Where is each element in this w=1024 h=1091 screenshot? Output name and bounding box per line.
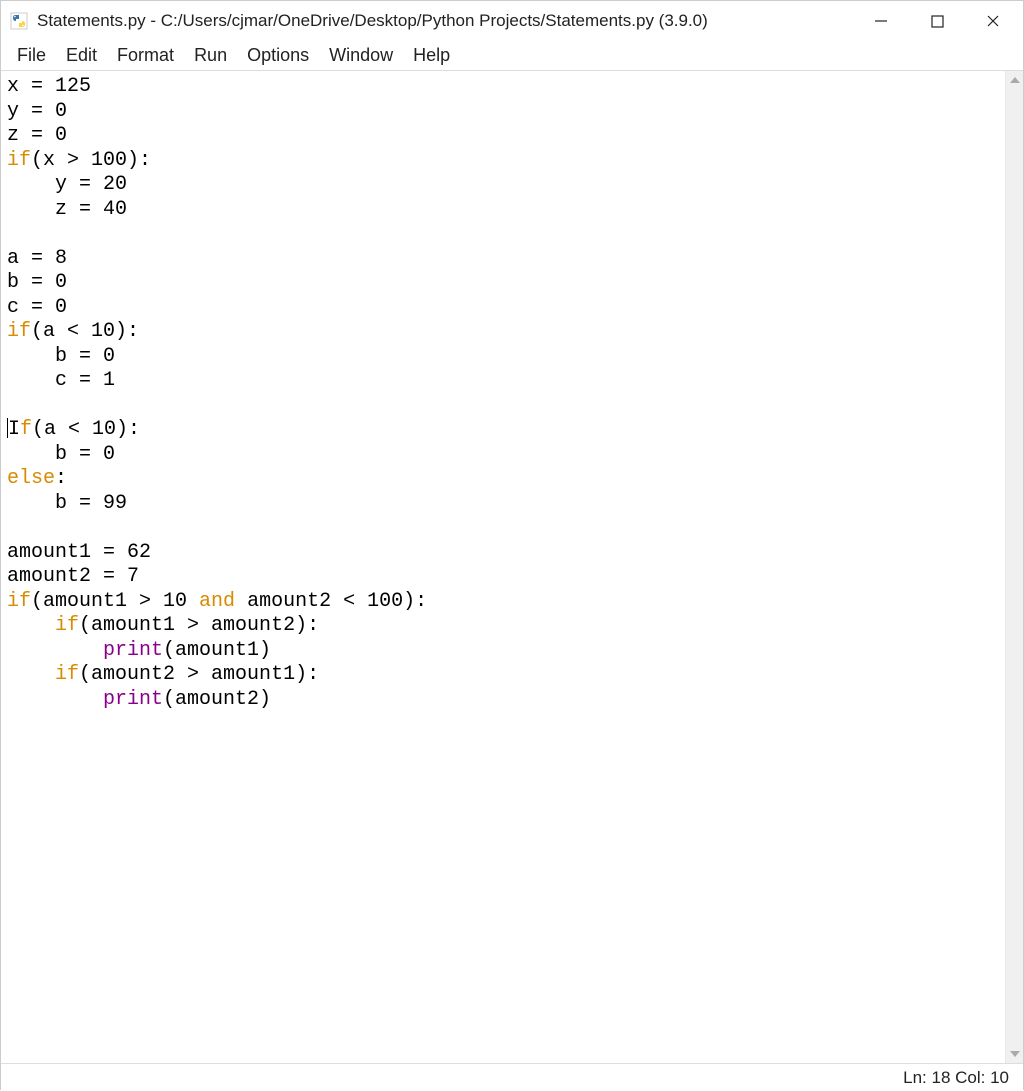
- code-line: b = 99: [7, 492, 127, 515]
- menubar: File Edit Format Run Options Window Help: [1, 41, 1023, 71]
- code-text: [7, 688, 103, 711]
- code-text: [7, 663, 55, 686]
- code-text: (a < 10):: [31, 320, 139, 343]
- titlebar: Statements.py - C:/Users/cjmar/OneDrive/…: [1, 1, 1023, 41]
- vertical-scrollbar[interactable]: [1005, 71, 1023, 1063]
- cursor-position: Ln: 18 Col: 10: [903, 1068, 1009, 1088]
- builtin: print: [103, 639, 163, 662]
- window-controls: [871, 11, 1015, 31]
- code-line: z = 0: [7, 124, 67, 147]
- code-text: [7, 639, 103, 662]
- code-line: amount1 = 62: [7, 541, 151, 564]
- code-text: (amount1 > amount2):: [79, 614, 319, 637]
- code-line: b = 0: [7, 271, 67, 294]
- code-line: y = 0: [7, 100, 67, 123]
- keyword: if: [7, 590, 31, 613]
- menu-format[interactable]: Format: [109, 43, 182, 68]
- menu-help[interactable]: Help: [405, 43, 458, 68]
- maximize-button[interactable]: [927, 11, 947, 31]
- code-text: (a < 10):: [32, 418, 140, 441]
- code-line: b = 0: [7, 345, 115, 368]
- code-line: x = 125: [7, 75, 91, 98]
- python-idle-icon: [9, 11, 29, 31]
- menu-window[interactable]: Window: [321, 43, 401, 68]
- code-editor[interactable]: x = 125 y = 0 z = 0 if(x > 100): y = 20 …: [1, 71, 1005, 1063]
- keyword: if: [7, 320, 31, 343]
- code-text: amount2 < 100):: [235, 590, 427, 613]
- code-text: (amount2 > amount1):: [79, 663, 319, 686]
- editor-area: x = 125 y = 0 z = 0 if(x > 100): y = 20 …: [1, 71, 1023, 1063]
- code-line: b = 0: [7, 443, 115, 466]
- keyword: if: [7, 149, 31, 172]
- code-text: [7, 614, 55, 637]
- keyword: if: [55, 663, 79, 686]
- scroll-down-icon[interactable]: [1006, 1045, 1023, 1063]
- menu-file[interactable]: File: [9, 43, 54, 68]
- code-text: I: [8, 418, 20, 441]
- menu-edit[interactable]: Edit: [58, 43, 105, 68]
- keyword: if: [55, 614, 79, 637]
- code-line: amount2 = 7: [7, 565, 139, 588]
- close-button[interactable]: [983, 11, 1003, 31]
- scroll-up-icon[interactable]: [1006, 71, 1023, 89]
- keyword: else: [7, 467, 55, 490]
- menu-options[interactable]: Options: [239, 43, 317, 68]
- code-line: c = 1: [7, 369, 115, 392]
- code-text: (x > 100):: [31, 149, 151, 172]
- code-text: (amount2): [163, 688, 271, 711]
- window-title: Statements.py - C:/Users/cjmar/OneDrive/…: [37, 11, 871, 31]
- builtin: print: [103, 688, 163, 711]
- code-line: c = 0: [7, 296, 67, 319]
- code-line: a = 8: [7, 247, 67, 270]
- menu-run[interactable]: Run: [186, 43, 235, 68]
- text-cursor: [7, 418, 8, 438]
- keyword: and: [199, 590, 235, 613]
- code-text: (amount1): [163, 639, 271, 662]
- code-line: z = 40: [7, 198, 127, 221]
- code-text: :: [55, 467, 67, 490]
- code-text: (amount1 > 10: [31, 590, 199, 613]
- code-line: y = 20: [7, 173, 127, 196]
- statusbar: Ln: 18 Col: 10: [1, 1063, 1023, 1091]
- keyword: f: [20, 418, 32, 441]
- minimize-button[interactable]: [871, 11, 891, 31]
